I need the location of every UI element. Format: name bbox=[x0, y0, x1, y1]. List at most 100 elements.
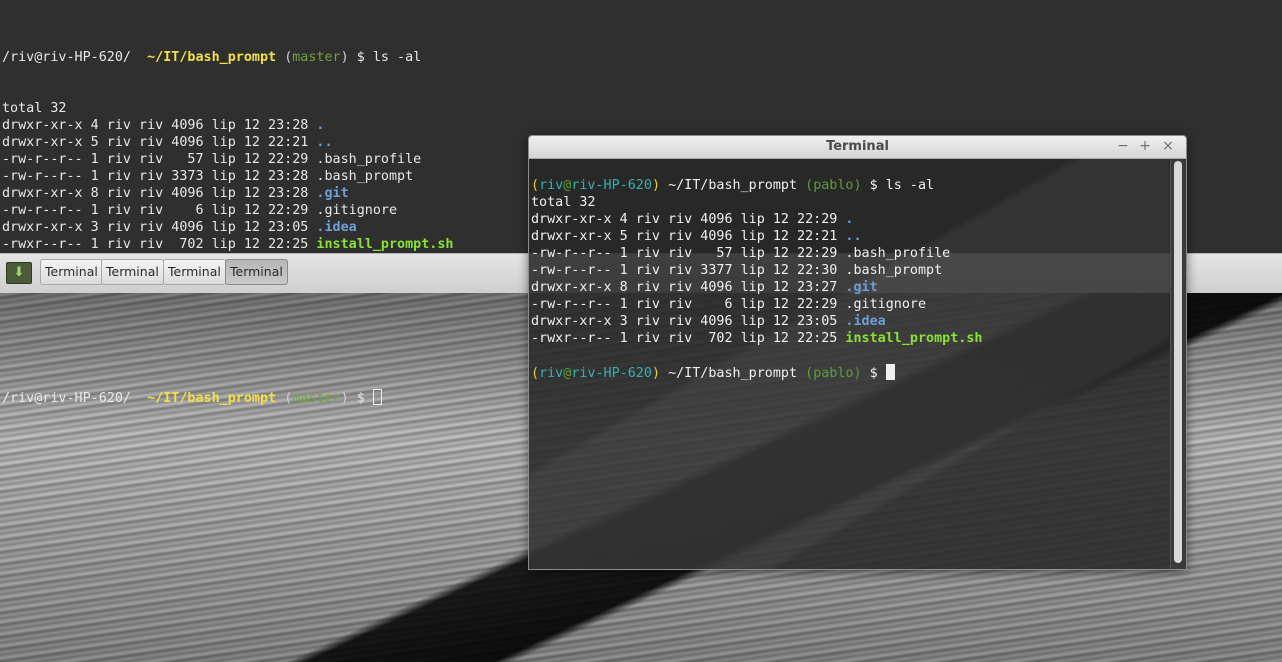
ls-row: -rw-r--r-- 1 riv riv 6 lip 12 22:29 .git… bbox=[2, 202, 453, 219]
ls-row-filename: .idea bbox=[316, 220, 357, 235]
ls-row-meta: drwxr-xr-x 5 riv riv 4096 lip 12 22:21 bbox=[531, 229, 846, 244]
ls-row-filename: .idea bbox=[845, 314, 886, 329]
paren-close: ) bbox=[651, 178, 660, 193]
ls-output: total 32 drwxr-xr-x 4 riv riv 4096 lip 12… bbox=[531, 194, 982, 347]
ls-row-filename: .bash_prompt bbox=[316, 169, 414, 184]
prompt-line: (riv@riv-HP-620) ~/IT/bash_prompt (pablo… bbox=[531, 364, 982, 381]
ls-row-meta: drwxr-xr-x 8 riv riv 4096 lip 12 23:27 bbox=[531, 280, 846, 295]
prompt-command: $ bbox=[356, 391, 365, 406]
prompt-branch: pablo bbox=[813, 366, 854, 381]
taskbar-button-label: Terminal bbox=[168, 264, 221, 279]
paren-open: ( bbox=[531, 366, 540, 381]
prompt-path: ~/IT/bash_prompt bbox=[147, 50, 277, 65]
text-cursor bbox=[372, 389, 382, 405]
background-terminal-output: /riv@riv-HP-620/ ~/IT/bash_prompt (maste… bbox=[2, 15, 453, 440]
ls-row-filename: .. bbox=[845, 229, 862, 244]
ls-row-meta: drwxr-xr-x 4 riv riv 4096 lip 12 22:29 bbox=[531, 212, 846, 227]
prompt-command: $ ls -al bbox=[356, 50, 422, 65]
minimize-button[interactable]: − bbox=[1115, 138, 1131, 154]
ls-row: drwxr-xr-x 3 riv riv 4096 lip 12 23:05 .… bbox=[531, 313, 982, 330]
ls-row: -rw-r--r-- 1 riv riv 6 lip 12 22:29 .git… bbox=[531, 296, 982, 313]
ls-row-filename: .gitignore bbox=[316, 203, 398, 218]
ls-row-meta: total 32 bbox=[531, 195, 596, 210]
ls-row-filename: . bbox=[845, 212, 854, 227]
vertical-scrollbar[interactable] bbox=[1170, 159, 1186, 569]
ls-row-filename: .bash_profile bbox=[845, 246, 951, 261]
close-button[interactable]: × bbox=[1160, 138, 1176, 154]
ls-row: -rw-r--r-- 1 riv riv 3373 lip 12 23:28 .… bbox=[2, 168, 453, 185]
ls-row-meta: -rwxr--r-- 1 riv riv 702 lip 12 22:25 bbox=[2, 237, 317, 252]
taskbar-button-label: Terminal bbox=[230, 264, 283, 279]
terminal-content[interactable]: (riv@riv-HP-620) ~/IT/bash_prompt (pablo… bbox=[529, 159, 1169, 569]
prompt-path: ~/IT/bash_prompt bbox=[668, 366, 798, 381]
prompt-branch: pablo bbox=[813, 178, 854, 193]
prompt-branch: master bbox=[292, 391, 341, 406]
terminal-window[interactable]: Terminal − + × (riv@riv-HP-620) ~/IT/bas… bbox=[528, 135, 1187, 570]
ls-row: -rw-r--r-- 1 riv riv 57 lip 12 22:29 .ba… bbox=[2, 151, 453, 168]
ls-row-meta: -rw-r--r-- 1 riv riv 57 lip 12 22:29 bbox=[531, 246, 846, 261]
ls-row-meta: -rw-r--r-- 1 riv riv 6 lip 12 22:29 bbox=[2, 203, 317, 218]
taskbar-button-terminal-4[interactable]: Terminal bbox=[225, 259, 288, 285]
ls-row: -rwxr--r-- 1 riv riv 702 lip 12 22:25 in… bbox=[531, 330, 982, 347]
paren-close: ) bbox=[651, 366, 660, 381]
prompt-line: /riv@riv-HP-620/ ~/IT/bash_prompt (maste… bbox=[2, 49, 453, 66]
ls-row: drwxr-xr-x 5 riv riv 4096 lip 12 22:21 .… bbox=[2, 134, 453, 151]
mint-menu-icon[interactable]: ⬇ bbox=[6, 262, 32, 284]
ls-row: -rwxr--r-- 1 riv riv 702 lip 12 22:25 in… bbox=[2, 236, 453, 253]
ls-row-filename: .git bbox=[845, 280, 878, 295]
ls-row-meta: drwxr-xr-x 8 riv riv 4096 lip 12 23:28 bbox=[2, 186, 317, 201]
ls-row-meta: -rw-r--r-- 1 riv riv 6 lip 12 22:29 bbox=[531, 297, 846, 312]
ls-row-meta: drwxr-xr-x 5 riv riv 4096 lip 12 22:21 bbox=[2, 135, 317, 150]
ls-row: drwxr-xr-x 8 riv riv 4096 lip 12 23:27 .… bbox=[531, 279, 982, 296]
ls-row: drwxr-xr-x 4 riv riv 4096 lip 12 22:29 . bbox=[531, 211, 982, 228]
prompt-user: riv bbox=[539, 366, 564, 381]
ls-row-meta: drwxr-xr-x 3 riv riv 4096 lip 12 23:05 bbox=[531, 314, 846, 329]
prompt-user-host: /riv@riv-HP-620/ bbox=[2, 50, 131, 65]
prompt-path: ~/IT/bash_prompt bbox=[668, 178, 798, 193]
prompt-branch: master bbox=[292, 50, 341, 65]
prompt-path: ~/IT/bash_prompt bbox=[147, 391, 277, 406]
taskbar-button-terminal-2[interactable]: Terminal bbox=[101, 259, 164, 285]
scrollbar-thumb[interactable] bbox=[1174, 161, 1182, 563]
terminal-output: (riv@riv-HP-620) ~/IT/bash_prompt (pablo… bbox=[531, 177, 982, 381]
ls-row: total 32 bbox=[531, 194, 982, 211]
ls-row-filename: .gitignore bbox=[845, 297, 927, 312]
ls-row: -rw-r--r-- 1 riv riv 57 lip 12 22:29 .ba… bbox=[531, 245, 982, 262]
prompt-line: (riv@riv-HP-620) ~/IT/bash_prompt (pablo… bbox=[531, 177, 982, 194]
ls-row-filename: .bash_prompt bbox=[845, 263, 943, 278]
paren-open: ( bbox=[805, 366, 814, 381]
paren-close: ) bbox=[853, 366, 862, 381]
paren-close: ) bbox=[853, 178, 862, 193]
maximize-button[interactable]: + bbox=[1137, 138, 1153, 154]
text-cursor bbox=[885, 364, 895, 380]
ls-row-meta: -rwxr--r-- 1 riv riv 702 lip 12 22:25 bbox=[531, 331, 846, 346]
ls-row-meta: total 32 bbox=[2, 101, 67, 116]
ls-row-meta: -rw-r--r-- 1 riv riv 3377 lip 12 22:30 bbox=[531, 263, 846, 278]
ls-row-meta: -rw-r--r-- 1 riv riv 57 lip 12 22:29 bbox=[2, 152, 317, 167]
ls-output: total 32 drwxr-xr-x 4 riv riv 4096 lip 12… bbox=[2, 100, 453, 253]
paren-open: ( bbox=[531, 178, 540, 193]
taskbar-button-label: Terminal bbox=[106, 264, 159, 279]
ls-row-filename: .bash_profile bbox=[316, 152, 422, 167]
prompt-command: $ bbox=[869, 366, 878, 381]
prompt-host: riv-HP-620 bbox=[571, 178, 652, 193]
ls-row-meta: drwxr-xr-x 3 riv riv 4096 lip 12 23:05 bbox=[2, 220, 317, 235]
prompt-user-host: /riv@riv-HP-620/ bbox=[2, 391, 131, 406]
ls-row: drwxr-xr-x 3 riv riv 4096 lip 12 23:05 .… bbox=[2, 219, 453, 236]
ls-row: drwxr-xr-x 8 riv riv 4096 lip 12 23:28 .… bbox=[2, 185, 453, 202]
ls-row-filename: install_prompt.sh bbox=[316, 237, 454, 252]
paren-close: ) bbox=[340, 50, 349, 65]
paren-close: ) bbox=[340, 391, 349, 406]
prompt-line: /riv@riv-HP-620/ ~/IT/bash_prompt (maste… bbox=[2, 389, 453, 406]
ls-row-filename: install_prompt.sh bbox=[845, 331, 983, 346]
taskbar-button-terminal-1[interactable]: Terminal bbox=[40, 259, 103, 285]
window-title: Terminal bbox=[826, 139, 889, 154]
taskbar-button-terminal-3[interactable]: Terminal bbox=[163, 259, 226, 285]
prompt-command: $ ls -al bbox=[869, 178, 935, 193]
prompt-host: riv-HP-620 bbox=[571, 366, 652, 381]
ls-row-filename: . bbox=[316, 118, 325, 133]
prompt-user: riv bbox=[539, 178, 564, 193]
window-titlebar[interactable]: Terminal − + × bbox=[529, 136, 1186, 159]
